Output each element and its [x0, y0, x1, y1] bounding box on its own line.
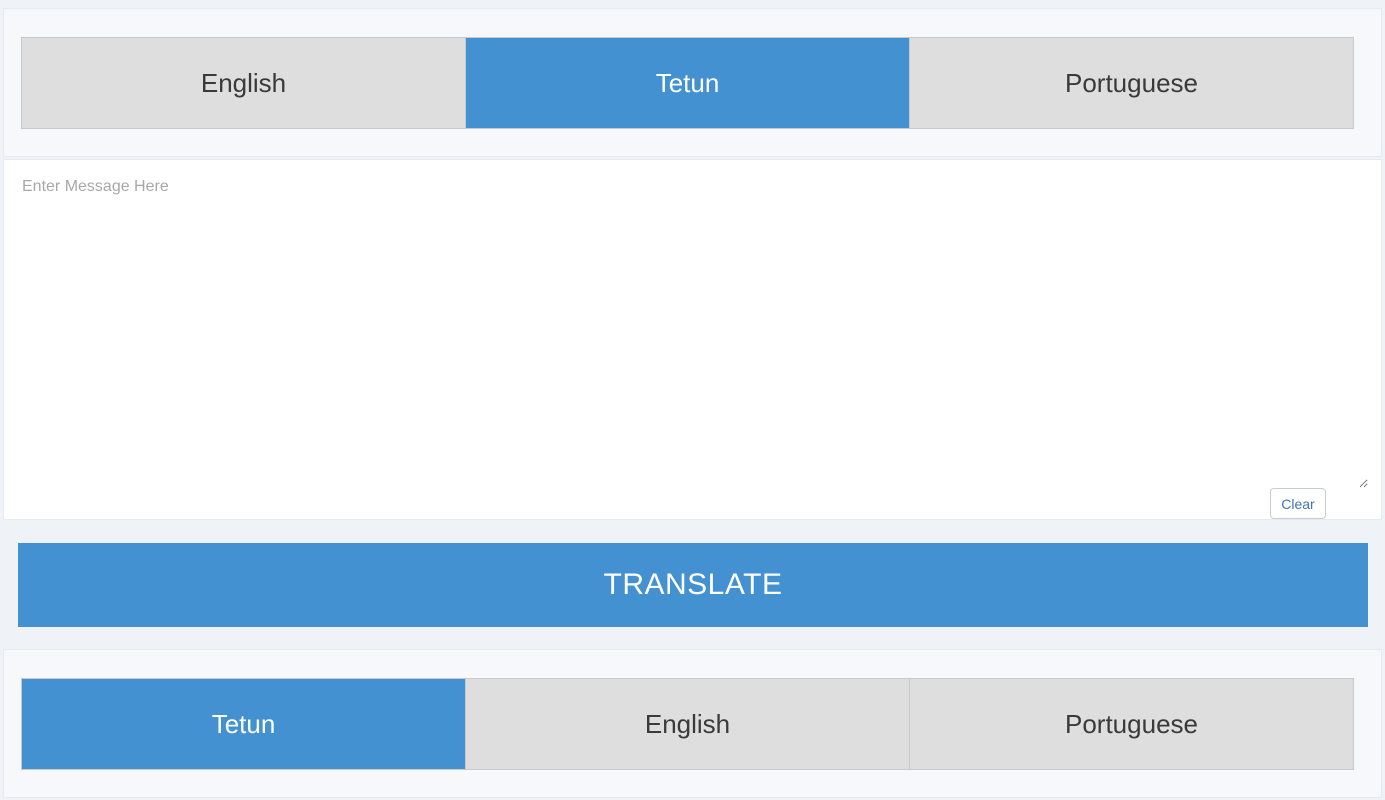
clear-button[interactable]: Clear	[1270, 488, 1326, 519]
target-tab-english[interactable]: English	[465, 679, 909, 769]
source-language-selector: English Tetun Portuguese	[21, 37, 1354, 129]
source-language-panel: English Tetun Portuguese	[3, 8, 1382, 157]
message-box: Clear	[3, 159, 1382, 520]
source-tab-portuguese[interactable]: Portuguese	[909, 38, 1353, 128]
target-language-selector: Tetun English Portuguese	[21, 678, 1354, 770]
target-language-panel: Tetun English Portuguese	[3, 649, 1382, 798]
source-tab-english[interactable]: English	[22, 38, 465, 128]
target-tab-tetun[interactable]: Tetun	[22, 679, 465, 769]
message-input[interactable]	[12, 168, 1368, 488]
source-tab-tetun[interactable]: Tetun	[465, 38, 909, 128]
target-tab-portuguese[interactable]: Portuguese	[909, 679, 1353, 769]
translate-button[interactable]: TRANSLATE	[18, 543, 1368, 627]
